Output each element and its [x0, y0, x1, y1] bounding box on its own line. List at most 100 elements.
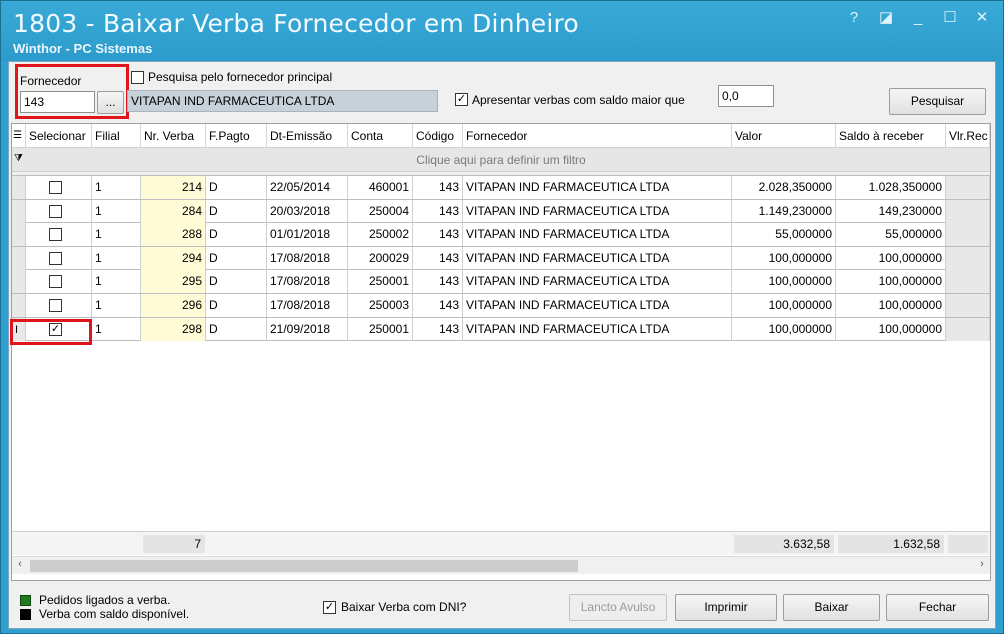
client-area: Fornecedor 143 ... VITAPAN IND FARMACEUT…	[8, 61, 996, 629]
select-cell[interactable]	[26, 270, 92, 294]
horizontal-scrollbar[interactable]: ‹ ›	[12, 556, 990, 574]
vlr-rec-cell	[946, 176, 990, 199]
filial-cell: 1	[92, 176, 141, 199]
codigo-cell: 143	[413, 317, 463, 341]
apresentar-label: Apresentar verbas com saldo maior que	[472, 93, 685, 107]
saldo-cell: 100,000000	[836, 270, 946, 294]
col-header-vlr-rec[interactable]: Vlr.Rec	[946, 124, 990, 148]
fechar-button[interactable]: Fechar	[886, 594, 989, 621]
conta-cell: 250001	[348, 270, 413, 294]
nr-verba-cell: 214	[141, 176, 206, 199]
dt-emissao-cell: 17/08/2018	[267, 270, 348, 294]
select-cell[interactable]	[26, 176, 92, 199]
fornecedor-cell: VITAPAN IND FARMACEUTICA LTDA	[463, 317, 732, 341]
col-header-selecionar[interactable]: Selecionar	[26, 124, 92, 148]
grid-header: ☰ Selecionar Filial Nr. Verba F.Pagto Dt…	[12, 124, 990, 148]
codigo-cell: 143	[413, 246, 463, 270]
valor-cell: 100,000000	[732, 294, 836, 317]
fornecedor-cell: VITAPAN IND FARMACEUTICA LTDA	[463, 246, 732, 270]
close-icon[interactable]: ✕	[975, 9, 989, 27]
col-header-nr-verba[interactable]: Nr. Verba	[141, 124, 206, 148]
filial-cell: 1	[92, 294, 141, 317]
col-header-conta[interactable]: Conta	[348, 124, 413, 148]
table-row[interactable]: 1 214 D 22/05/2014 460001 143 VITAPAN IND FARM…	[12, 176, 990, 200]
maximize-icon[interactable]: ☐	[943, 9, 957, 27]
row-select-checkbox[interactable]	[49, 181, 62, 194]
scroll-right-icon[interactable]: ›	[974, 558, 990, 570]
col-header-codigo[interactable]: Código	[413, 124, 463, 148]
row-select-checkbox[interactable]	[49, 204, 62, 218]
row-select-checkbox[interactable]	[49, 251, 62, 265]
select-cell[interactable]	[26, 246, 92, 270]
table-row[interactable]: 1 296 D 17/08/2018 250003 143 VITAPAN IND FARM…	[12, 294, 990, 318]
legend-pedidos-label: Pedidos ligados a verba.	[39, 593, 171, 607]
col-header-fpagto[interactable]: F.Pagto	[206, 124, 267, 148]
column-chooser-icon[interactable]: ☰	[12, 124, 26, 148]
conta-cell: 250004	[348, 199, 413, 223]
saldo-cell: 100,000000	[836, 294, 946, 317]
row-select-checkbox[interactable]	[49, 228, 62, 242]
saldo-input[interactable]: 0,0	[718, 85, 774, 107]
scroll-left-icon[interactable]: ‹	[12, 558, 28, 570]
fornecedor-cell: VITAPAN IND FARMACEUTICA LTDA	[463, 199, 732, 223]
app-window: 1803 - Baixar Verba Fornecedor em Dinhei…	[0, 0, 1004, 634]
browse-fornecedor-button[interactable]: ...	[97, 91, 124, 114]
select-cell[interactable]	[26, 294, 92, 317]
imprimir-button[interactable]: Imprimir	[675, 594, 777, 621]
col-header-fornecedor[interactable]: Fornecedor	[463, 124, 732, 148]
nr-verba-cell: 294	[141, 246, 206, 270]
dni-checkbox[interactable]: ✓	[323, 601, 336, 614]
table-row[interactable]: I ✓ 1 298 D 21/09/2018 250001 143 VITAPAN IND FA…	[12, 317, 990, 342]
codigo-cell: 143	[413, 176, 463, 199]
dni-label: Baixar Verba com DNI?	[341, 600, 467, 614]
dt-emissao-cell: 17/08/2018	[267, 246, 348, 270]
col-header-valor[interactable]: Valor	[732, 124, 836, 148]
legend-green-swatch	[20, 595, 31, 606]
vlr-rec-cell	[946, 199, 990, 223]
verbas-grid[interactable]: ☰ Selecionar Filial Nr. Verba F.Pagto Dt…	[10, 123, 991, 581]
window-subtitle: Winthor - PC Sistemas	[13, 41, 153, 56]
table-row[interactable]: 1 288 D 01/01/2018 250002 143 VITAPAN IND FARM…	[12, 223, 990, 247]
table-row[interactable]: 1 295 D 17/08/2018 250001 143 VITAPAN IND FARM…	[12, 270, 990, 294]
total-count: 7	[143, 535, 205, 553]
select-cell[interactable]	[26, 199, 92, 223]
select-cell[interactable]	[26, 223, 92, 247]
table-row[interactable]: 1 294 D 17/08/2018 200029 143 VITAPAN IND FARM…	[12, 246, 990, 271]
total-saldo: 1.632,58	[838, 535, 944, 553]
conta-cell: 250002	[348, 223, 413, 247]
codigo-cell: 143	[413, 199, 463, 223]
pesquisar-button[interactable]: Pesquisar	[889, 88, 986, 115]
row-select-checkbox[interactable]	[49, 275, 62, 289]
lancto-avulso-button[interactable]: Lancto Avulso	[569, 594, 667, 621]
fornecedor-cell: VITAPAN IND FARMACEUTICA LTDA	[463, 294, 732, 317]
saldo-cell: 149,230000	[836, 199, 946, 223]
selected-row-highlight	[10, 319, 92, 345]
minimize-icon[interactable]: _	[911, 9, 925, 27]
table-row[interactable]: 1 284 D 20/03/2018 250004 143 VITAPAN IND FARM…	[12, 199, 990, 224]
grid-filter-row[interactable]: ⧩ Clique aqui para definir um filtro	[12, 148, 990, 172]
col-header-saldo[interactable]: Saldo à receber	[836, 124, 946, 148]
dt-emissao-cell: 17/08/2018	[267, 294, 348, 317]
fornecedor-input[interactable]: 143	[20, 91, 95, 113]
window-title: 1803 - Baixar Verba Fornecedor em Dinhei…	[13, 9, 579, 38]
vlr-rec-cell	[946, 317, 990, 341]
pesquisa-principal-checkbox[interactable]	[131, 71, 144, 84]
col-header-filial[interactable]: Filial	[92, 124, 141, 148]
row-indicator	[12, 176, 26, 199]
restore-panel-icon[interactable]: ◪	[879, 9, 893, 27]
baixar-button[interactable]: Baixar	[783, 594, 880, 621]
fpagto-cell: D	[206, 294, 267, 317]
scroll-thumb[interactable]	[30, 560, 578, 572]
row-select-checkbox[interactable]	[49, 299, 62, 312]
col-header-dt-emissao[interactable]: Dt-Emissão	[267, 124, 348, 148]
dt-emissao-cell: 22/05/2014	[267, 176, 348, 199]
help-icon[interactable]: ?	[847, 9, 861, 27]
fornecedor-label: Fornecedor	[20, 74, 82, 88]
apresentar-checkbox[interactable]: ✓	[455, 93, 468, 106]
filial-cell: 1	[92, 246, 141, 270]
grid-totals-row: 7 3.632,58 1.632,58	[12, 531, 990, 555]
legend-saldo-label: Verba com saldo disponível.	[39, 607, 190, 621]
conta-cell: 460001	[348, 176, 413, 199]
filter-hint: Clique aqui para definir um filtro	[416, 153, 586, 167]
dt-emissao-cell: 20/03/2018	[267, 199, 348, 223]
